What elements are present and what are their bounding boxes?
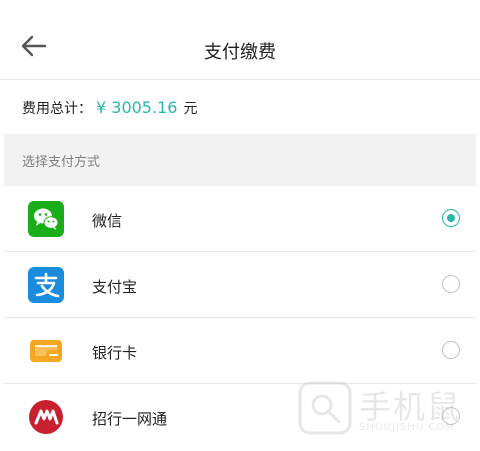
payment-option-bank-card[interactable]: 银行卡 — [4, 318, 476, 384]
bank-card-icon — [28, 333, 64, 369]
radio-button[interactable] — [442, 275, 460, 293]
section-header: 选择支付方式 — [4, 134, 476, 186]
radio-button[interactable] — [442, 341, 460, 359]
payment-option-label: 招行一网通 — [92, 410, 168, 428]
payment-option-wechat[interactable]: 微信 — [4, 186, 476, 252]
payment-page: 支付缴费 费用总计： ¥ 3005.16 元 选择支付方式 微信 支付宝 银行卡… — [0, 0, 480, 451]
radio-button[interactable] — [442, 209, 460, 227]
section-label: 选择支付方式 — [22, 154, 101, 170]
payment-option-cmb[interactable]: 招行一网通 — [4, 384, 476, 450]
total-unit: 元 — [183, 100, 198, 117]
payment-option-label: 银行卡 — [92, 344, 138, 362]
payment-option-label: 支付宝 — [92, 278, 138, 296]
total-label: 费用总计： — [22, 100, 92, 117]
payment-option-label: 微信 — [92, 212, 123, 230]
header: 支付缴费 — [0, 0, 480, 80]
total-amount: ¥ 3005.16 — [96, 98, 178, 117]
wechat-icon — [28, 201, 64, 237]
payment-methods-list: 微信 支付宝 银行卡 招行一网通 — [0, 186, 480, 450]
page-title: 支付缴费 — [204, 42, 276, 63]
cmb-icon — [28, 399, 64, 435]
alipay-icon — [28, 267, 64, 303]
payment-option-alipay[interactable]: 支付宝 — [4, 252, 476, 318]
radio-button[interactable] — [442, 407, 460, 425]
total-summary: 费用总计： ¥ 3005.16 元 — [0, 81, 480, 134]
